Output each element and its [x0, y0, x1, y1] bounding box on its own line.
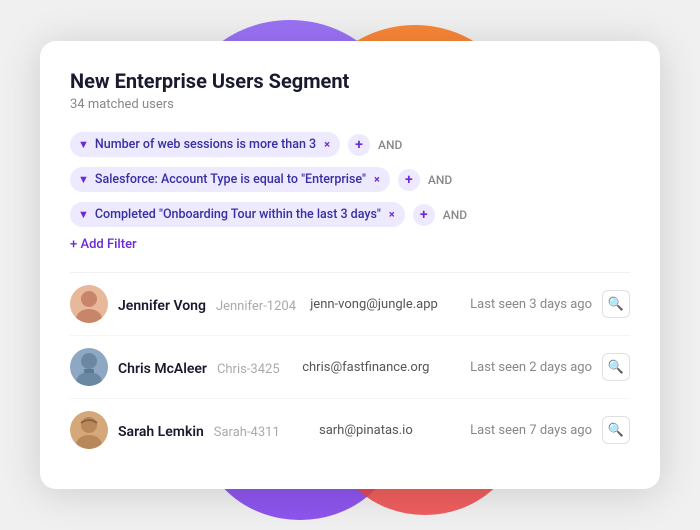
filter-text-1: Number of web sessions is more than 3 [95, 137, 316, 152]
filter-row-2: ▼ Salesforce: Account Type is equal to "… [70, 167, 630, 192]
user-last-seen-1: Last seen 3 days ago [452, 297, 592, 312]
user-info-2: Chris McAleer Chris-3425 [118, 358, 280, 377]
filter-icon-2: ▼ [78, 173, 89, 186]
main-card: New Enterprise Users Segment 34 matched … [40, 41, 660, 489]
user-id-2: Chris-3425 [217, 362, 280, 377]
avatar-2 [70, 348, 108, 386]
filter-and-3: AND [443, 208, 467, 222]
user-id-3: Sarah-4311 [214, 425, 280, 440]
filter-and-2: AND [428, 173, 452, 187]
avatar-3 [70, 411, 108, 449]
user-id-1: Jennifer-1204 [216, 299, 296, 314]
filter-close-3[interactable]: × [389, 208, 395, 221]
user-email-3: sarh@pinatas.io [290, 423, 442, 438]
filter-text-2: Salesforce: Account Type is equal to "En… [95, 172, 366, 187]
filter-plus-3[interactable]: + [413, 204, 435, 226]
table-row: Sarah Lemkin Sarah-4311 sarh@pinatas.io … [70, 399, 630, 461]
filter-row-1: ▼ Number of web sessions is more than 3 … [70, 132, 630, 157]
search-icon-3: 🔍 [608, 423, 624, 438]
search-button-2[interactable]: 🔍 [602, 353, 630, 381]
user-last-seen-3: Last seen 7 days ago [452, 423, 592, 438]
filter-chip-1[interactable]: ▼ Number of web sessions is more than 3 … [70, 132, 340, 157]
user-last-seen-2: Last seen 2 days ago [452, 360, 592, 375]
user-email-2: chris@fastfinance.org [290, 360, 442, 375]
user-email-1: jenn-vong@jungle.app [306, 297, 442, 312]
add-filter-button[interactable]: + Add Filter [70, 237, 630, 252]
user-name-1: Jennifer Vong [118, 298, 206, 314]
table-row: Chris McAleer Chris-3425 chris@fastfinan… [70, 336, 630, 399]
user-info-1: Jennifer Vong Jennifer-1204 [118, 295, 296, 314]
filter-plus-1[interactable]: + [348, 134, 370, 156]
avatar-1 [70, 285, 108, 323]
search-icon-2: 🔍 [608, 360, 624, 375]
card-title: New Enterprise Users Segment [70, 69, 630, 93]
search-button-1[interactable]: 🔍 [602, 290, 630, 318]
filter-close-1[interactable]: × [324, 138, 330, 151]
filter-plus-2[interactable]: + [398, 169, 420, 191]
search-button-3[interactable]: 🔍 [602, 416, 630, 444]
filter-icon-3: ▼ [78, 208, 89, 221]
user-name-3: Sarah Lemkin [118, 424, 204, 440]
filter-chip-3[interactable]: ▼ Completed "Onboarding Tour within the … [70, 202, 405, 227]
filter-text-3: Completed "Onboarding Tour within the la… [95, 207, 381, 222]
filter-and-1: AND [378, 138, 402, 152]
filter-chip-2[interactable]: ▼ Salesforce: Account Type is equal to "… [70, 167, 390, 192]
filter-row-3: ▼ Completed "Onboarding Tour within the … [70, 202, 630, 227]
user-info-3: Sarah Lemkin Sarah-4311 [118, 421, 280, 440]
user-name-2: Chris McAleer [118, 361, 207, 377]
filter-icon-1: ▼ [78, 138, 89, 151]
table-row: Jennifer Vong Jennifer-1204 jenn-vong@ju… [70, 273, 630, 336]
card-subtitle: 34 matched users [70, 97, 630, 112]
filter-close-2[interactable]: × [374, 173, 380, 186]
search-icon-1: 🔍 [608, 297, 624, 312]
